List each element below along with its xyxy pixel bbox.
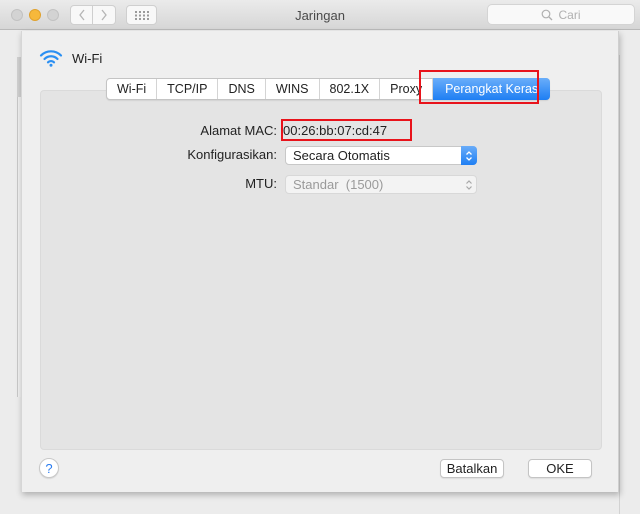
mtu-row: MTU: xyxy=(122,176,277,191)
configure-value: Secara Otomatis xyxy=(293,148,390,163)
search-placeholder: Cari xyxy=(558,7,581,22)
advanced-settings-sheet: Wi-Fi Wi-Fi TCP/IP DNS WINS 802.1X Proxy… xyxy=(21,31,619,492)
mac-address-label: Alamat MAC: xyxy=(200,123,277,138)
tab-proxy[interactable]: Proxy xyxy=(380,79,434,99)
search-input[interactable]: Cari xyxy=(487,4,635,25)
tab-wins[interactable]: WINS xyxy=(266,79,320,99)
tab-wifi[interactable]: Wi-Fi xyxy=(107,79,158,99)
tab-content-panel xyxy=(40,90,602,450)
configure-popup[interactable]: Secara Otomatis xyxy=(285,146,477,165)
wifi-icon xyxy=(39,50,63,67)
up-down-chevron-icon xyxy=(466,150,472,161)
tab-tcpip[interactable]: TCP/IP xyxy=(157,79,219,99)
cancel-button[interactable]: Batalkan xyxy=(440,459,504,478)
tab-8021x[interactable]: 802.1X xyxy=(320,79,381,99)
mac-address-row: Alamat MAC: 00:26:bb:07:cd:47 xyxy=(122,123,387,138)
question-mark-icon: ? xyxy=(45,460,53,476)
configure-row: Konfigurasikan: xyxy=(122,147,277,162)
help-button[interactable]: ? xyxy=(39,458,59,478)
title-bar: Jaringan Cari xyxy=(0,0,640,30)
up-down-chevron-icon xyxy=(466,179,472,190)
configure-label: Konfigurasikan: xyxy=(187,147,277,162)
popup-stepper xyxy=(461,146,477,165)
tab-dns[interactable]: DNS xyxy=(218,79,266,99)
background-window-edge xyxy=(619,55,622,514)
service-name: Wi-Fi xyxy=(72,50,103,66)
mac-address-value: 00:26:bb:07:cd:47 xyxy=(283,123,388,138)
mtu-popup[interactable]: Standar (1500) xyxy=(285,175,477,194)
mtu-value: Standar (1500) xyxy=(293,177,384,192)
popup-stepper xyxy=(461,175,477,194)
service-header: Wi-Fi xyxy=(39,49,102,67)
mtu-label: MTU: xyxy=(245,176,277,191)
search-icon xyxy=(542,9,553,20)
tab-bar: Wi-Fi TCP/IP DNS WINS 802.1X Proxy Peran… xyxy=(106,78,551,100)
ok-button[interactable]: OKE xyxy=(528,459,592,478)
tab-hardware[interactable]: Perangkat Keras xyxy=(433,78,551,100)
